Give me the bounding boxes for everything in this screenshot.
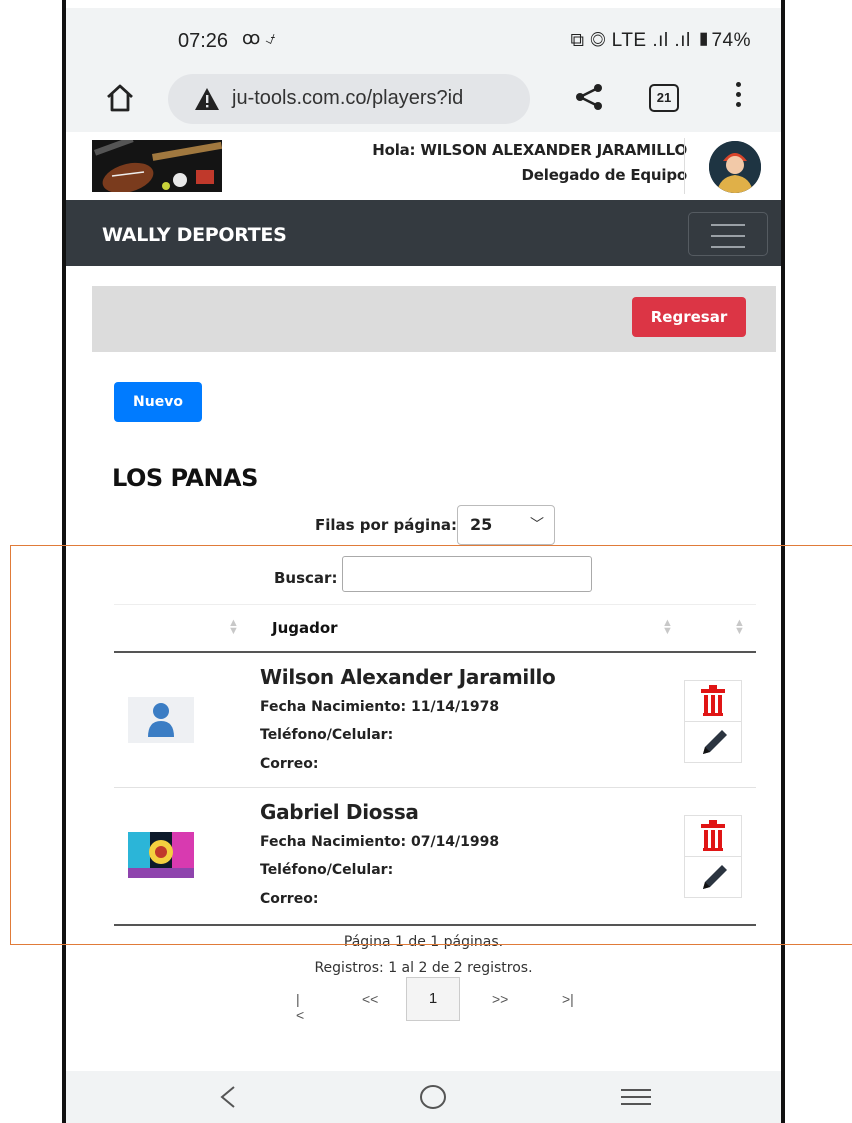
- sort-icon[interactable]: ▲ ▼: [734, 618, 745, 637]
- player-name: Wilson Alexander Jaramillo: [260, 665, 556, 689]
- status-indicators: ⧉ ◎ LTE .ıl .ıl ▮74%: [571, 30, 752, 52]
- battery-icon: ▮: [696, 30, 712, 51]
- header-divider: [684, 138, 685, 194]
- share-icon[interactable]: [574, 82, 604, 112]
- sports-logo: [92, 140, 222, 192]
- current-page[interactable]: 1: [406, 977, 460, 1021]
- player-birthdate: Fecha Nacimiento: 11/14/1978: [260, 699, 500, 715]
- battery-level: 74%: [711, 30, 751, 51]
- back-icon[interactable]: [218, 1085, 238, 1109]
- delete-button[interactable]: [684, 815, 742, 857]
- page-info: Página 1 de 1 páginas.: [343, 934, 504, 950]
- address-bar[interactable]: ju-tools.com.co/players?id: [168, 74, 530, 124]
- column-header-player[interactable]: Jugador: [272, 619, 338, 637]
- site-header: Hola: WILSON ALEXANDER JARAMILLO Delegad…: [66, 132, 781, 200]
- device-edge: [781, 0, 785, 1123]
- menu-toggle-button[interactable]: [688, 212, 768, 256]
- default-user-icon: [128, 697, 194, 743]
- player-phone: Teléfono/Celular:: [260, 727, 394, 743]
- player-email: Correo:: [260, 891, 319, 907]
- table-header: ▲ ▼ Jugador ▲ ▼ ▲ ▼: [114, 604, 756, 653]
- brand-name[interactable]: WALLY DEPORTES: [102, 224, 287, 246]
- first-page-link[interactable]: |<: [296, 991, 304, 1023]
- hamburger-icon: [711, 224, 745, 226]
- rows-per-page-select[interactable]: 25 ﹀: [457, 505, 555, 545]
- player-photo: [128, 697, 194, 743]
- pencil-icon: [703, 730, 727, 754]
- prev-page-link[interactable]: <<: [362, 991, 378, 1007]
- table-row: Wilson Alexander Jaramillo Fecha Nacimie…: [114, 653, 756, 788]
- user-role: Delegado de Equipo: [521, 166, 688, 184]
- status-time: 07:26: [178, 30, 229, 52]
- table-row: Gabriel Diossa Fecha Nacimiento: 07/14/1…: [114, 788, 756, 926]
- browser-toolbar: ju-tools.com.co/players?id 21: [66, 70, 781, 132]
- search-label: Buscar:: [274, 569, 338, 587]
- team-title: LOS PANAS: [112, 464, 258, 492]
- phone-screen: 07:26 ꝏ ⍻ ⧉ ◎ LTE .ıl .ıl ▮74% ju-tools.…: [66, 8, 781, 1123]
- right-margin: [781, 0, 852, 1123]
- player-name: Gabriel Diossa: [260, 800, 419, 824]
- status-bar: 07:26 ꝏ ⍻ ⧉ ◎ LTE .ıl .ıl ▮74%: [66, 8, 781, 70]
- signal-text: LTE .ıl .ıl: [611, 30, 691, 51]
- delete-button[interactable]: [684, 680, 742, 722]
- more-menu-icon[interactable]: [734, 82, 742, 112]
- trash-icon: [701, 820, 725, 851]
- new-player-button[interactable]: Nuevo: [114, 382, 202, 422]
- network-icons: ⧉ ◎: [570, 30, 612, 51]
- tab-switcher-button[interactable]: 21: [649, 84, 679, 112]
- players-table: ▲ ▼ Jugador ▲ ▼ ▲ ▼ Wilson Alexander Jarami…: [114, 604, 756, 926]
- back-button[interactable]: Regresar: [632, 297, 746, 337]
- user-greeting: Hola: WILSON ALEXANDER JARAMILLO Delegad…: [372, 138, 687, 188]
- home-circle-icon[interactable]: [418, 1083, 448, 1111]
- recents-icon[interactable]: [621, 1087, 651, 1107]
- warning-icon: [195, 88, 219, 110]
- player-photo: [128, 832, 194, 878]
- last-page-link[interactable]: >|: [562, 991, 574, 1007]
- greeting-text: Hola: WILSON ALEXANDER JARAMILLO: [372, 141, 687, 159]
- player-image: [128, 832, 194, 878]
- sort-icon[interactable]: ▲ ▼: [228, 618, 239, 637]
- trash-icon: [701, 685, 725, 716]
- pencil-icon: [703, 865, 727, 889]
- rows-per-page-value: 25: [470, 515, 493, 534]
- user-avatar[interactable]: [709, 141, 761, 193]
- sort-icon[interactable]: ▲ ▼: [662, 618, 673, 637]
- home-icon[interactable]: [104, 82, 136, 114]
- system-nav-bar: [66, 1071, 781, 1123]
- search-input[interactable]: [342, 556, 592, 592]
- navbar: WALLY DEPORTES: [66, 200, 781, 266]
- url-text: ju-tools.com.co/players?id: [232, 87, 464, 109]
- player-email: Correo:: [260, 756, 319, 772]
- player-birthdate: Fecha Nacimiento: 07/14/1998: [260, 834, 500, 850]
- left-margin: [0, 0, 66, 1123]
- edit-button[interactable]: [684, 721, 742, 763]
- action-bar: Regresar: [92, 286, 776, 352]
- player-phone: Teléfono/Celular:: [260, 862, 394, 878]
- chevron-down-icon: ﹀: [530, 516, 544, 532]
- voicemail-icon: ꝏ ⍻: [242, 28, 276, 48]
- next-page-link[interactable]: >>: [492, 991, 508, 1007]
- records-info: Registros: 1 al 2 de 2 registros.: [314, 960, 533, 976]
- edit-button[interactable]: [684, 856, 742, 898]
- rows-per-page-label: Filas por página:: [315, 516, 458, 534]
